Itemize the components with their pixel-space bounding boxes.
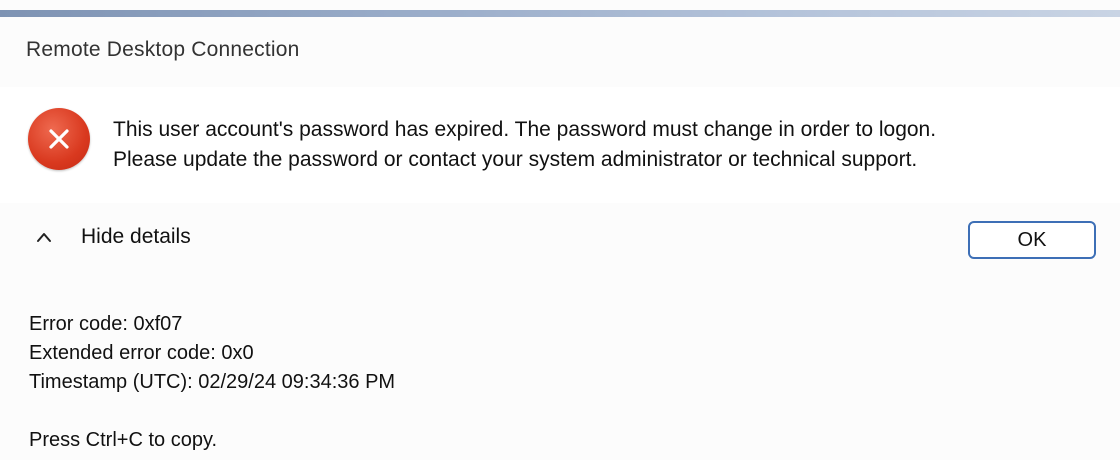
details-spacer	[29, 397, 395, 426]
error-code: Error code: 0xf07	[29, 313, 183, 335]
copy-hint: Press Ctrl+C to copy.	[29, 429, 218, 451]
extended-error-code: Extended error code: 0x0	[29, 342, 254, 364]
dialog-title: Remote Desktop Connection	[26, 38, 300, 61]
error-details: Error code: 0xf07 Extended error code: 0…	[29, 310, 395, 455]
chevron-up-icon	[37, 233, 51, 242]
window-top-border	[0, 10, 1120, 17]
ok-button[interactable]: OK	[968, 221, 1096, 259]
error-dialog: Remote Desktop Connection This user acco…	[0, 17, 1120, 460]
error-icon	[28, 108, 90, 170]
message-area: This user account's password has expired…	[0, 87, 1120, 203]
error-message-line-1: This user account's password has expired…	[113, 118, 937, 141]
hide-details-toggle[interactable]: Hide details	[34, 225, 191, 249]
error-message: This user account's password has expired…	[113, 115, 936, 175]
error-message-line-2: Please update the password or contact yo…	[113, 148, 918, 171]
timestamp: Timestamp (UTC): 02/29/24 09:34:36 PM	[29, 371, 396, 393]
hide-details-label: Hide details	[81, 225, 191, 248]
